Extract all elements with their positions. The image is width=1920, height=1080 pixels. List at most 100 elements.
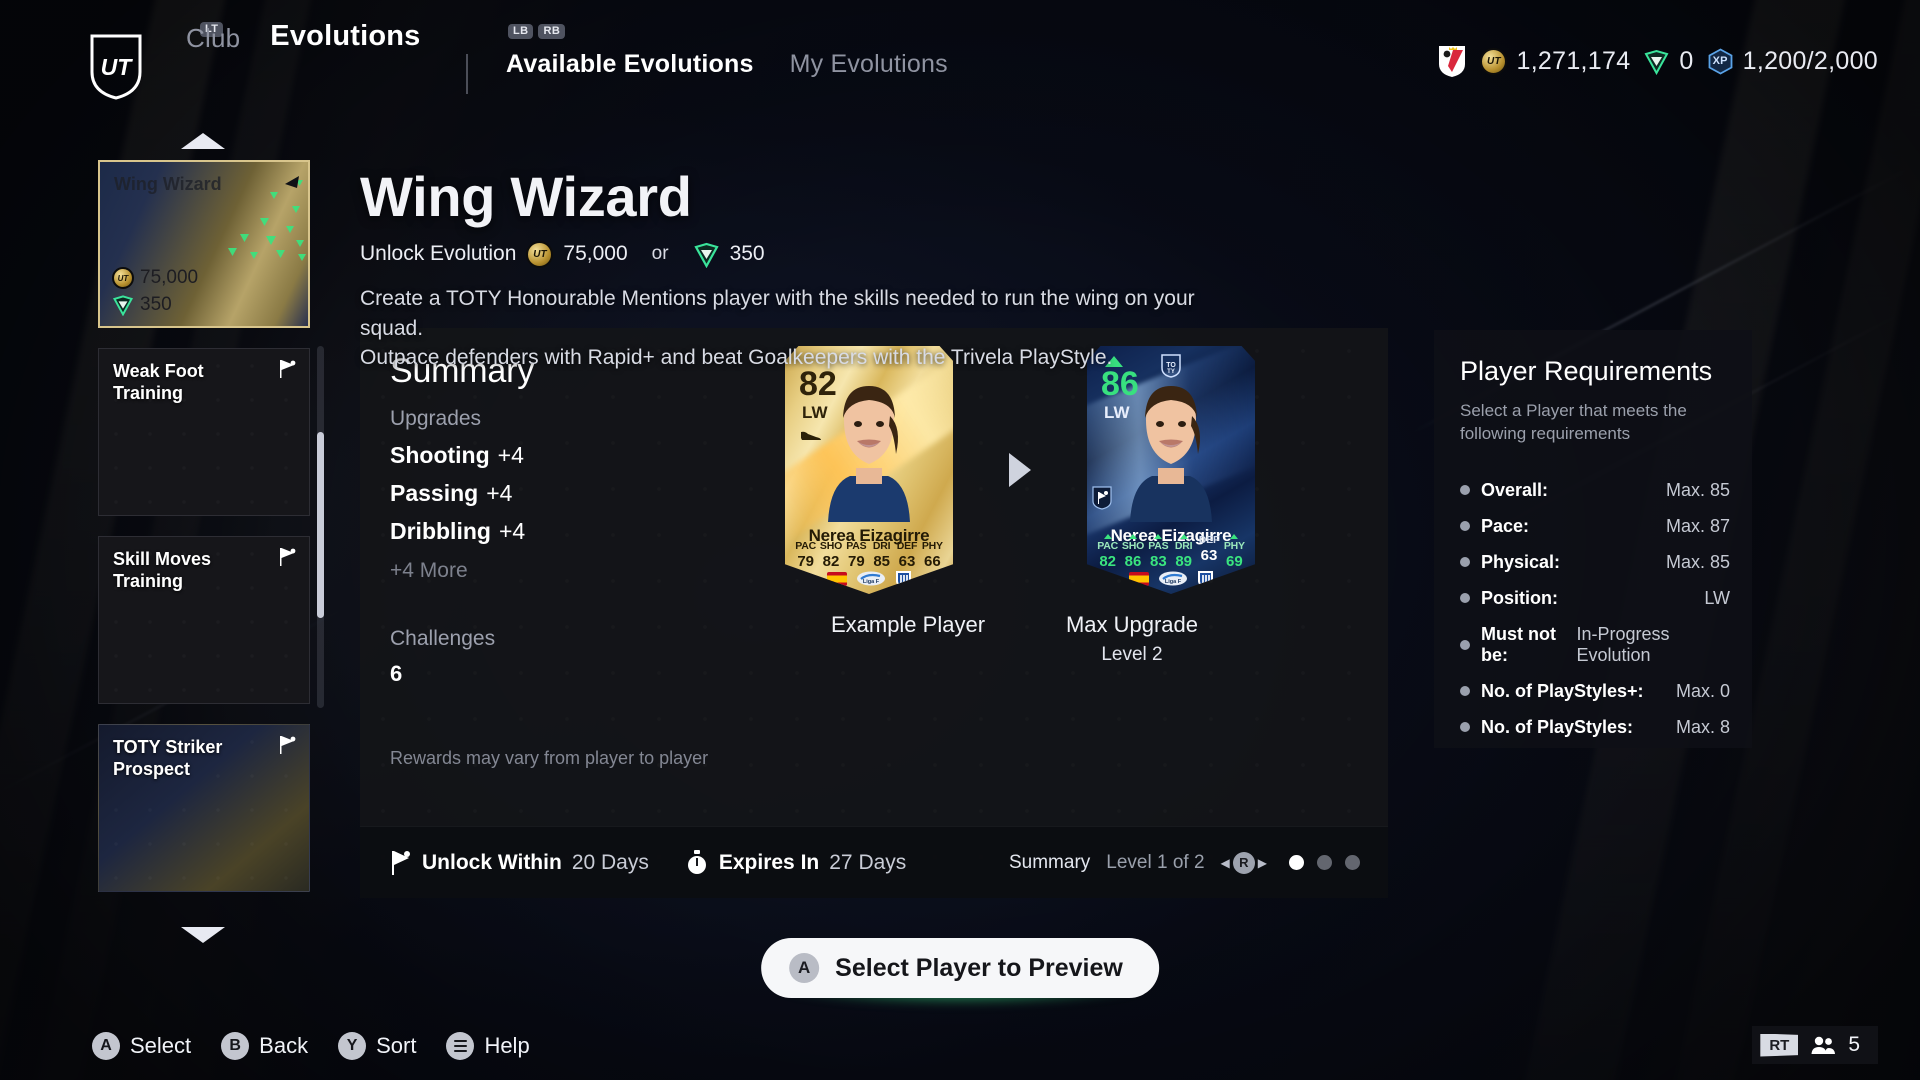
xp-icon: XP xyxy=(1707,47,1734,75)
upgrade-value: +4 xyxy=(497,442,524,468)
requirements-list: Overall: Max. 85 Pace: Max. 87 Physical:… xyxy=(1460,480,1730,738)
rstick-hint: ◀ R ▶ xyxy=(1221,851,1267,874)
cta-label: Select Player to Preview xyxy=(835,953,1123,982)
golden-boot-icon xyxy=(800,428,822,440)
requirement-key: Pace: xyxy=(1481,515,1530,536)
unlock-within-label: Unlock Within xyxy=(422,850,562,874)
svg-text:Liga F: Liga F xyxy=(1164,579,1181,585)
list-item-coin-cost: UT 75,000 xyxy=(112,267,198,289)
card-badges: Liga F xyxy=(785,570,953,588)
coins-display: UT 1,271,174 xyxy=(1480,47,1630,76)
control-select[interactable]: A Select xyxy=(92,1032,191,1060)
stat-value: 69 xyxy=(1225,553,1243,570)
stat-value: 79 xyxy=(847,553,865,570)
nav-item-club[interactable]: Club xyxy=(186,25,240,55)
requirement-row: Overall: Max. 85 xyxy=(1460,480,1730,501)
select-player-to-preview-button[interactable]: A Select Player to Preview xyxy=(761,938,1159,998)
card-stats: PAC 82 SHO 86 PAS 83 DRI 89 DEF 63 PHY 69 xyxy=(1095,534,1247,570)
requirement-value: Max. 0 xyxy=(1675,680,1730,701)
rstick-key: R xyxy=(1232,851,1255,874)
pager-summary-label[interactable]: Summary xyxy=(1009,852,1090,874)
fc-points-icon xyxy=(1643,48,1670,75)
rt-button-icon: RT xyxy=(1760,1033,1799,1057)
control-sort[interactable]: Y Sort xyxy=(338,1032,416,1060)
ut-coin-icon: UT xyxy=(112,267,134,289)
challenges-value: 6 xyxy=(390,661,403,686)
evolutions-list[interactable]: Wing Wizard UT 75,000 350 Weak Foot Trai… xyxy=(98,133,324,943)
xp-label: XP xyxy=(1712,55,1728,67)
description-line-2: Outpace defenders with Rapid+ and beat G… xyxy=(360,346,1113,370)
upgrades-more-label[interactable]: +4 More xyxy=(390,559,720,583)
requirement-key: Position: xyxy=(1481,587,1558,608)
stat-key: SHO xyxy=(1121,540,1145,552)
summary-section: Summary Upgrades Shooting +4 Passing +4 Dr… xyxy=(390,352,720,687)
list-item[interactable]: TOTY Striker Prospect xyxy=(98,724,310,892)
stat-key: DEF xyxy=(1198,534,1220,546)
unlock-within: Unlock Within 20 Days xyxy=(388,850,649,876)
page-title: Wing Wizard xyxy=(360,165,692,228)
requirement-row: No. of PlayStyles+: Max. 0 xyxy=(1460,681,1730,702)
list-item[interactable]: Weak Foot Training xyxy=(98,348,310,516)
bullet-icon xyxy=(1460,557,1470,568)
upgrade-row: Passing +4 xyxy=(390,480,720,507)
list-item-coin-value: 75,000 xyxy=(140,267,199,288)
requirement-key: Must not be: xyxy=(1481,623,1556,665)
friends-online-widget[interactable]: RT 5 xyxy=(1752,1026,1878,1064)
upgrade-value: +4 xyxy=(486,480,513,506)
secondary-nav: Available Evolutions My Evolutions xyxy=(506,52,948,81)
stat-value: 79 xyxy=(797,553,814,570)
nation-flag-icon xyxy=(1128,572,1149,586)
xp-display: XP 1,200/2,000 xyxy=(1707,47,1878,76)
stat-key: PAS xyxy=(1148,540,1169,552)
league-badge-icon: Liga F xyxy=(856,571,886,588)
upgrade-arrow-icon xyxy=(1009,453,1031,487)
tab-available-evolutions[interactable]: Available Evolutions xyxy=(506,52,754,81)
pager-dot[interactable] xyxy=(1345,855,1360,870)
list-item[interactable]: Wing Wizard UT 75,000 350 xyxy=(98,160,310,328)
bullet-icon xyxy=(1460,639,1470,650)
list-item[interactable]: Skill Moves Training xyxy=(98,536,310,704)
expires-in-label: Expires In xyxy=(718,850,820,874)
league-badge-icon: Liga F xyxy=(1158,571,1188,588)
unlock-or-label: or xyxy=(651,243,669,265)
upgrade-name: Passing xyxy=(390,480,479,506)
a-button-icon: A xyxy=(789,953,820,983)
stat-key: DEF xyxy=(896,540,918,552)
requirement-key: Physical: xyxy=(1481,551,1561,572)
caption-title: Max Upgrade xyxy=(1065,612,1199,637)
club-badge-icon xyxy=(1197,570,1214,588)
tab-my-evolutions[interactable]: My Evolutions xyxy=(790,52,948,81)
caption-subtitle: Level 2 xyxy=(1101,644,1163,665)
pager-dot[interactable] xyxy=(1317,855,1332,870)
bullet-icon xyxy=(1460,722,1470,733)
requirement-key: Overall: xyxy=(1481,479,1549,500)
stat-value: 86 xyxy=(1124,553,1142,570)
control-back[interactable]: B Back xyxy=(221,1032,308,1060)
requirement-value: LW xyxy=(1704,587,1730,608)
card-caption-after: Max Upgrade Level 2 xyxy=(1048,612,1216,666)
stat-key: PAC xyxy=(795,540,817,552)
pager-dot[interactable] xyxy=(1289,855,1304,870)
bullet-icon xyxy=(1460,521,1470,532)
card-badges: Liga F xyxy=(1087,570,1255,588)
unlock-cost-row: Unlock Evolution UT 75,000 or 350 xyxy=(360,240,1420,268)
stat-value: 66 xyxy=(923,553,941,570)
pager-level-label: Level 1 of 2 xyxy=(1106,851,1205,873)
unlock-label: Unlock Evolution xyxy=(360,242,517,266)
control-help[interactable]: Help xyxy=(446,1032,530,1060)
requirement-value: Max. 85 xyxy=(1665,479,1730,500)
stat-key: PAS xyxy=(846,540,867,552)
rewards-note: Rewards may vary from player to player xyxy=(390,748,709,768)
svg-text:UT: UT xyxy=(101,54,134,80)
stat-value: 82 xyxy=(822,553,840,570)
control-label: Back xyxy=(259,1033,309,1058)
scroll-down-chevron-icon[interactable] xyxy=(180,926,226,944)
stat-value: 63 xyxy=(898,553,916,570)
stat-key: PAC xyxy=(1097,540,1119,552)
nav-item-evolutions[interactable]: Evolutions xyxy=(270,22,420,55)
description-line-1: Create a TOTY Honourable Mentions player… xyxy=(360,286,1195,340)
evolution-detail-panel: Summary Upgrades Shooting +4 Passing +4 Dr… xyxy=(360,328,1388,898)
scroll-up-chevron-icon[interactable] xyxy=(180,132,226,150)
sidebar-scrollbar-thumb[interactable] xyxy=(317,432,324,618)
stat-key: SHO xyxy=(819,540,843,552)
